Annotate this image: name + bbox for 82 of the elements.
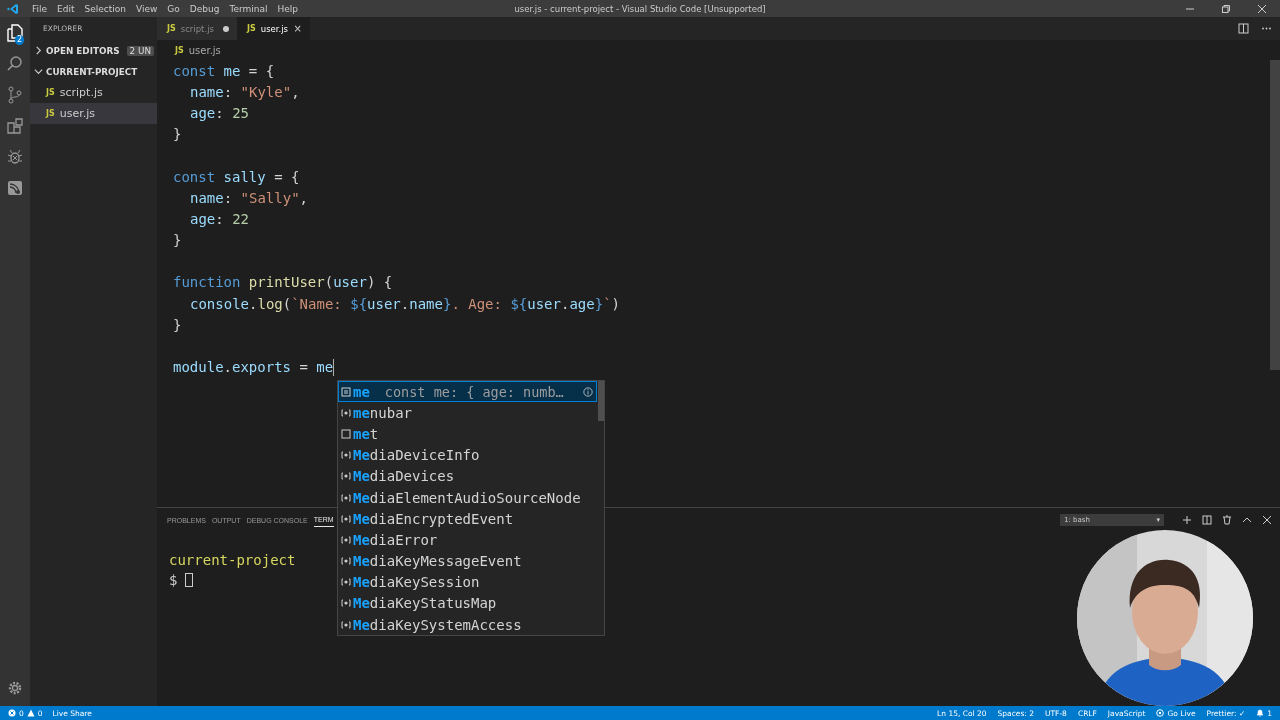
split-icon[interactable] [1202, 515, 1212, 525]
bug-icon[interactable] [5, 147, 25, 167]
chevron-up-icon[interactable] [1242, 515, 1252, 525]
menu-item[interactable]: Edit [52, 3, 80, 14]
menu-item[interactable]: Terminal [224, 3, 273, 14]
editor-tab[interactable]: JS user.js × [237, 17, 310, 40]
scrollbar[interactable] [598, 381, 604, 421]
code-line: } [173, 316, 182, 333]
suggestion-item[interactable]: MediaKeyMessageEvent [338, 550, 597, 572]
close-icon[interactable] [1262, 515, 1272, 525]
code-line: } [173, 126, 182, 143]
variable-icon [341, 534, 351, 545]
restore-icon[interactable] [1221, 3, 1231, 14]
count-badge: 2 UN [126, 45, 154, 56]
code-line: name: "Sally", [190, 189, 309, 206]
variable-icon [341, 450, 351, 461]
suggestion-item[interactable]: menubar [338, 402, 597, 424]
terminal-cursor [185, 573, 194, 587]
suggestion-item[interactable]: MediaDeviceInfo [338, 444, 597, 466]
suggestion-item[interactable]: me const me: { age: numb… [338, 381, 597, 403]
field-icon [341, 386, 351, 397]
notification-badge: 2 [15, 35, 25, 45]
broadcast-icon [1156, 709, 1165, 717]
code-line: function printUser(user) { [173, 274, 393, 291]
suggestion-item[interactable]: MediaKeySession [338, 571, 597, 593]
menu-item[interactable]: Selection [79, 3, 131, 14]
suggestion-item[interactable]: met [338, 423, 597, 445]
split-editor-icon[interactable] [1238, 23, 1249, 34]
section-header[interactable]: OPEN EDITORS 2 UN [30, 40, 157, 61]
files-icon[interactable] [5, 23, 25, 43]
variable-icon [341, 619, 351, 630]
suggestion-item[interactable]: MediaKeyStatusMap [338, 592, 597, 615]
terminal-prompt: $ [169, 571, 178, 590]
variable-icon [341, 492, 351, 503]
plus-icon[interactable] [1182, 515, 1192, 525]
menu-item[interactable]: File [27, 3, 53, 14]
warning-icon [26, 709, 35, 717]
word-icon [341, 428, 351, 439]
explorer-file[interactable]: JS user.js [30, 103, 157, 124]
variable-icon [341, 577, 351, 588]
variable-icon [341, 513, 351, 524]
js-file-icon: JS [46, 109, 55, 118]
terminal-text: current-project [169, 552, 296, 568]
suggestion-item[interactable]: MediaKeySystemAccess [338, 614, 597, 636]
suggestion-item[interactable]: MediaError [338, 529, 597, 551]
variable-icon [341, 556, 351, 567]
extensions-icon[interactable] [5, 116, 25, 136]
app-logo-icon [7, 2, 19, 15]
variable-icon [341, 471, 351, 482]
editor-tab[interactable]: JS script.js [157, 17, 237, 40]
explorer-file[interactable]: JS script.js [30, 82, 157, 103]
error-icon [8, 709, 16, 717]
js-file-icon: JS [46, 88, 55, 97]
code-line: const me = { [173, 63, 275, 79]
close-tab-icon[interactable]: × [293, 23, 302, 34]
suggestion-item[interactable]: MediaDevices [338, 465, 597, 487]
code-line: module.exports = me [173, 358, 334, 375]
trash-icon[interactable] [1222, 515, 1232, 525]
menu-item[interactable]: Help [272, 3, 303, 14]
code-line: age: 22 [190, 211, 249, 227]
scrollbar[interactable] [1270, 60, 1280, 370]
code-line: const sally = { [173, 168, 300, 185]
menu-item[interactable]: View [131, 3, 163, 14]
breadcrumb[interactable]: user.js [188, 44, 221, 56]
code-line: } [173, 232, 182, 249]
section-header[interactable]: CURRENT-PROJECT [30, 61, 157, 82]
variable-icon [341, 407, 351, 418]
window-title: user.js - current-project - Visual Studio Code [Unsupported] [514, 3, 766, 14]
source-control-icon[interactable] [5, 85, 25, 105]
code-line: age: 25 [190, 105, 249, 122]
variable-icon [341, 598, 351, 609]
suggestion-item[interactable]: MediaElementAudioSourceNode [338, 486, 597, 509]
code-line: name: "Kyle", [190, 84, 300, 101]
broadcast-icon[interactable] [5, 178, 25, 198]
menu-item[interactable]: Go [162, 3, 185, 14]
suggestion-item[interactable]: MediaEncryptedEvent [338, 508, 597, 530]
code-line: console.log(`Name: ${user.name}. Age: ${user.age}`) [190, 295, 620, 312]
bell-icon [1256, 709, 1265, 717]
info-icon[interactable] [583, 386, 593, 397]
close-icon[interactable] [1257, 3, 1267, 14]
menu-item[interactable]: Debug [184, 3, 225, 14]
js-file-icon: JS [175, 45, 184, 55]
